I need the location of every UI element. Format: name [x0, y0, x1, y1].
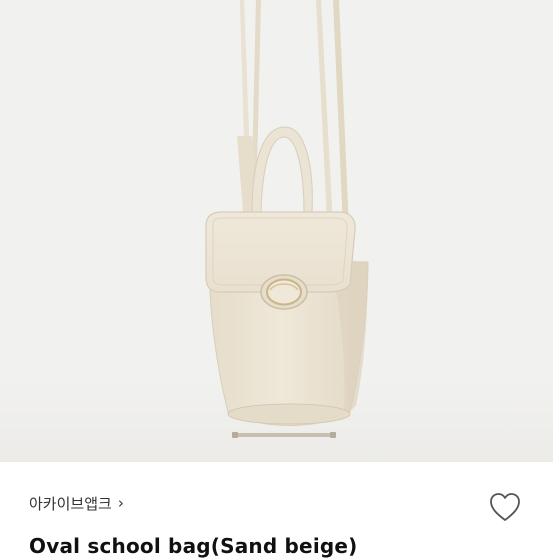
brand-name: 아카이브앱크 — [29, 495, 112, 513]
product-photo[interactable] — [0, 0, 553, 462]
product-title: Oval school bag(Sand beige) — [29, 534, 358, 558]
brand-link[interactable]: 아카이브앱크 › — [29, 493, 124, 514]
heart-outline-icon[interactable] — [488, 491, 522, 523]
oval-clasp — [260, 274, 308, 310]
backpack-illustration — [0, 0, 553, 462]
chevron-right-icon: › — [117, 494, 124, 512]
